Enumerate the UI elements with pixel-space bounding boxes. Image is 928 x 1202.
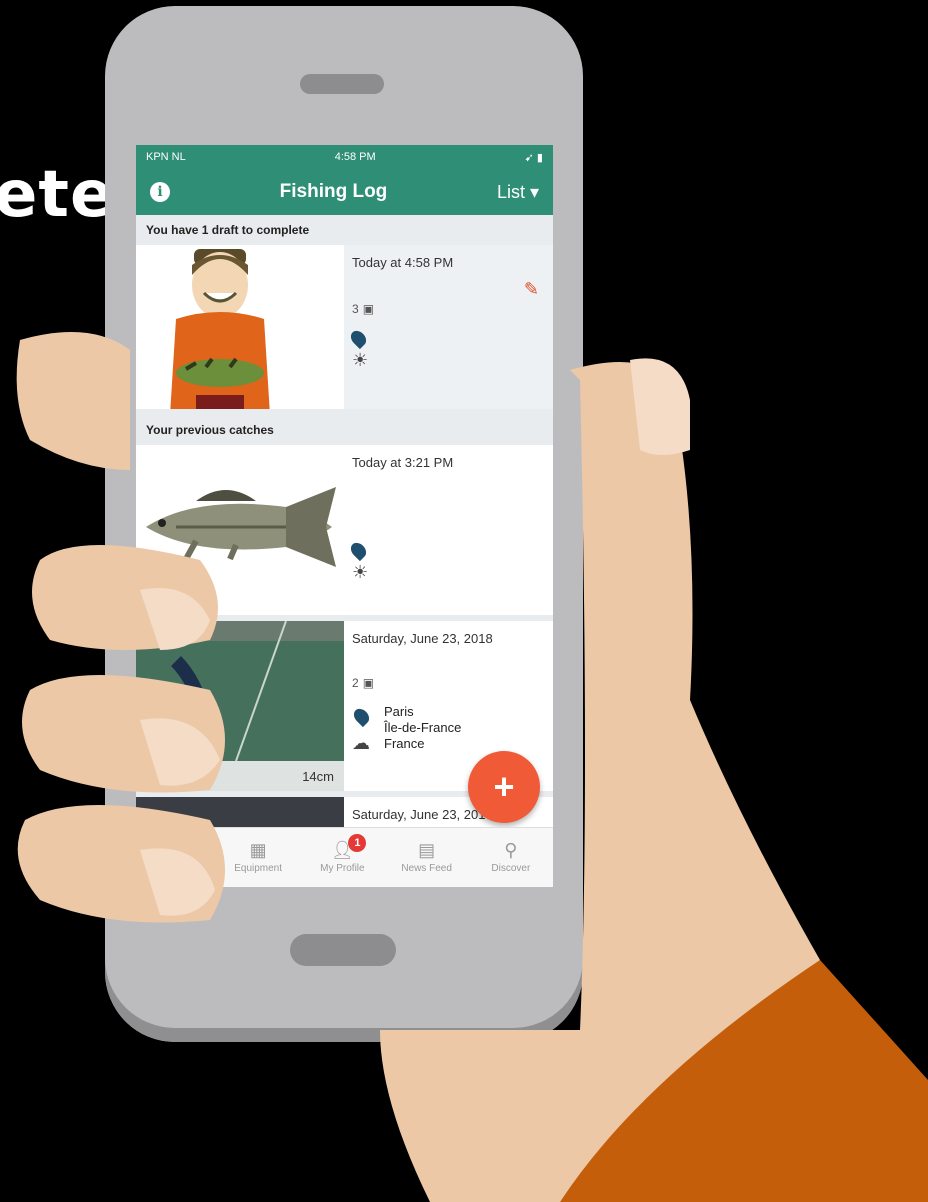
tab-label: Equipment [234,863,283,874]
search-icon: ⚲ [504,840,518,860]
weather-cloud-icon: ☁ [352,733,370,753]
battery-icon: ➹ ▮ [524,151,543,164]
draft-info: Today at 4:58 PM ✎ 3 ▣ ☀ [344,245,553,409]
angler-illustration [136,245,344,409]
drafts-section-header: You have 1 draft to complete [136,215,553,245]
tab-label: My Profile [320,863,365,874]
nav-bar: i Fishing Log List ▾ [136,169,553,215]
info-icon[interactable]: i [150,182,170,202]
status-bar: KPN NL 4:58 PM ➹ ▮ [136,145,553,169]
catch-photo: Perch 14cm [136,621,344,791]
draft-card[interactable]: Today at 4:58 PM ✎ 3 ▣ ☀ [136,245,553,415]
tab-equipment[interactable]: ▦ Equipment [216,828,300,887]
location-pin-icon [350,705,372,728]
phone-speaker [300,74,384,94]
location-row [347,539,545,562]
clock-label: 4:58 PM [334,151,376,163]
app-screen: KPN NL 4:58 PM ➹ ▮ i Fishing Log List ▾ … [136,145,553,887]
draft-photo [136,245,344,409]
home-button[interactable] [290,934,396,966]
location-city: Paris [384,704,414,719]
catch-date: Saturday, June 23, 2018 [352,631,493,646]
location-region: Île-de-France [384,720,462,735]
location-pin-icon [347,539,370,562]
previous-section-header: Your previous catches [136,415,553,445]
tab-label: Discover [491,863,531,874]
news-icon: ▤ [418,840,436,860]
photo-icon: ▣ [362,676,375,690]
length-label: 14cm [302,768,334,784]
photo-count-row: 3 ▣ [352,302,545,316]
photo-count-row: 2 ▣ [352,676,545,690]
edit-icon[interactable]: ✎ [524,279,539,300]
draft-date: Today at 4:58 PM [352,255,454,270]
location-block: ☁ Paris Île-de-France France [350,704,545,754]
notification-badge: 1 [348,834,367,852]
catch-caption: Perch 14cm [136,761,344,791]
tab-news-feed[interactable]: ▤ News Feed [385,828,469,887]
zander-illustration [146,487,336,567]
location-row [347,327,545,350]
location-pin-icon [347,327,370,350]
page-title: Fishing Log [279,181,388,202]
weather-sun-icon: ☀ [352,562,369,582]
catch-card[interactable]: Today at 3:21 PM ☀ [136,445,553,621]
location-text: Paris Île-de-France France [384,704,461,754]
photo-icon: ▣ [362,302,375,316]
tab-label: News Feed [401,863,452,874]
carrier-label: KPN NL [146,151,186,163]
photo-count: 3 [352,302,359,316]
list-view-dropdown[interactable]: List ▾ [497,182,539,203]
photo-count: 2 [352,676,359,690]
scene: KPN NL 4:58 PM ➹ ▮ i Fishing Log List ▾ … [0,0,928,1202]
species-label: Perch [146,768,180,784]
equipment-icon: ▦ [249,840,267,860]
location-country: France [384,736,425,751]
catch-info: Today at 3:21 PM ☀ [344,445,553,615]
catch-date: Today at 3:21 PM [352,455,454,470]
tab-discover[interactable]: ⚲ Discover [469,828,553,887]
tab-bar: ▦ Equipment 👤︎ 1 My Profile ▤ News Feed … [136,827,553,887]
add-catch-button[interactable]: + [468,751,540,823]
catch-photo [136,445,344,615]
tab-my-profile[interactable]: 👤︎ 1 My Profile [300,828,384,887]
weather-sun-icon: ☀ [352,350,369,370]
